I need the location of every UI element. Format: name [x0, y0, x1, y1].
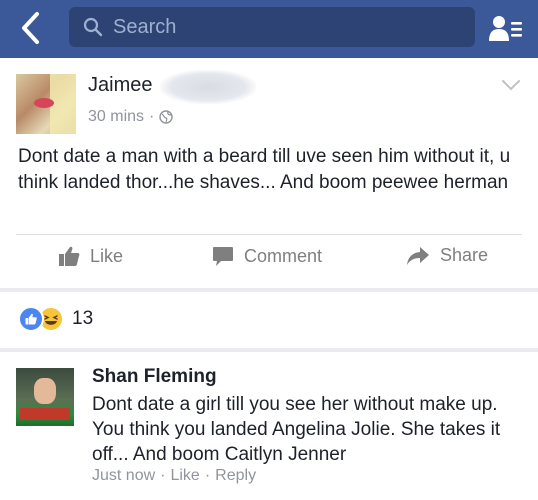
- globe-icon: [159, 110, 174, 124]
- comment-button[interactable]: Comment: [212, 245, 322, 267]
- share-arrow-icon: [407, 246, 429, 265]
- post-actions: Like Comment Share: [0, 233, 538, 289]
- search-input[interactable]: [111, 14, 455, 40]
- author-avatar[interactable]: [16, 74, 76, 134]
- like-button[interactable]: Like: [58, 245, 123, 267]
- chevron-left-icon: [22, 12, 39, 44]
- search-bar[interactable]: [69, 7, 475, 47]
- comment-bubble-icon: [213, 247, 233, 266]
- top-nav-bar: [0, 0, 538, 58]
- like-label: Like: [90, 245, 124, 266]
- post-meta: 30 mins ·: [88, 108, 174, 126]
- post-timestamp[interactable]: 30 mins: [88, 108, 144, 126]
- comment-meta: Just now · Like · Reply: [92, 467, 256, 485]
- like-reaction-icon: [18, 306, 44, 332]
- comment-meta-separator: ·: [204, 467, 211, 484]
- reaction-count: 13: [72, 308, 94, 329]
- comment-like-link[interactable]: Like: [170, 467, 199, 485]
- comment-label: Comment: [244, 245, 323, 266]
- friends-list-button[interactable]: [488, 11, 524, 47]
- post-body-text: Dont date a man with a beard till uve se…: [18, 146, 511, 193]
- comment-text: Dont date a girl till you see her withou…: [92, 394, 501, 465]
- comment-timestamp: Just now: [92, 467, 156, 484]
- post-author-name[interactable]: Jaimee: [88, 74, 152, 97]
- reactions-summary[interactable]: 13: [18, 306, 93, 332]
- redacted-surname: [160, 70, 256, 104]
- chevron-down-icon: [502, 80, 520, 91]
- commenter-avatar[interactable]: [16, 368, 74, 426]
- share-label: Share: [440, 245, 489, 265]
- comment-reply-link[interactable]: Reply: [215, 467, 256, 485]
- friends-list-icon: [489, 16, 522, 41]
- commenter-name[interactable]: Shan Fleming: [92, 366, 217, 388]
- post-options-button[interactable]: [500, 78, 522, 97]
- comment-meta-separator: ·: [160, 467, 166, 484]
- search-icon: [83, 17, 103, 37]
- back-button[interactable]: [12, 10, 48, 46]
- post-card: Jaimee 30 mins · Dont date a man with a …: [0, 58, 538, 288]
- reactions-summary-bar: 13: [0, 292, 538, 348]
- thumbs-up-icon: [59, 246, 80, 266]
- meta-separator: ·: [149, 108, 155, 125]
- comment-section: Shan Fleming Dont date a girl till you s…: [0, 352, 538, 500]
- share-button[interactable]: Share: [406, 245, 488, 266]
